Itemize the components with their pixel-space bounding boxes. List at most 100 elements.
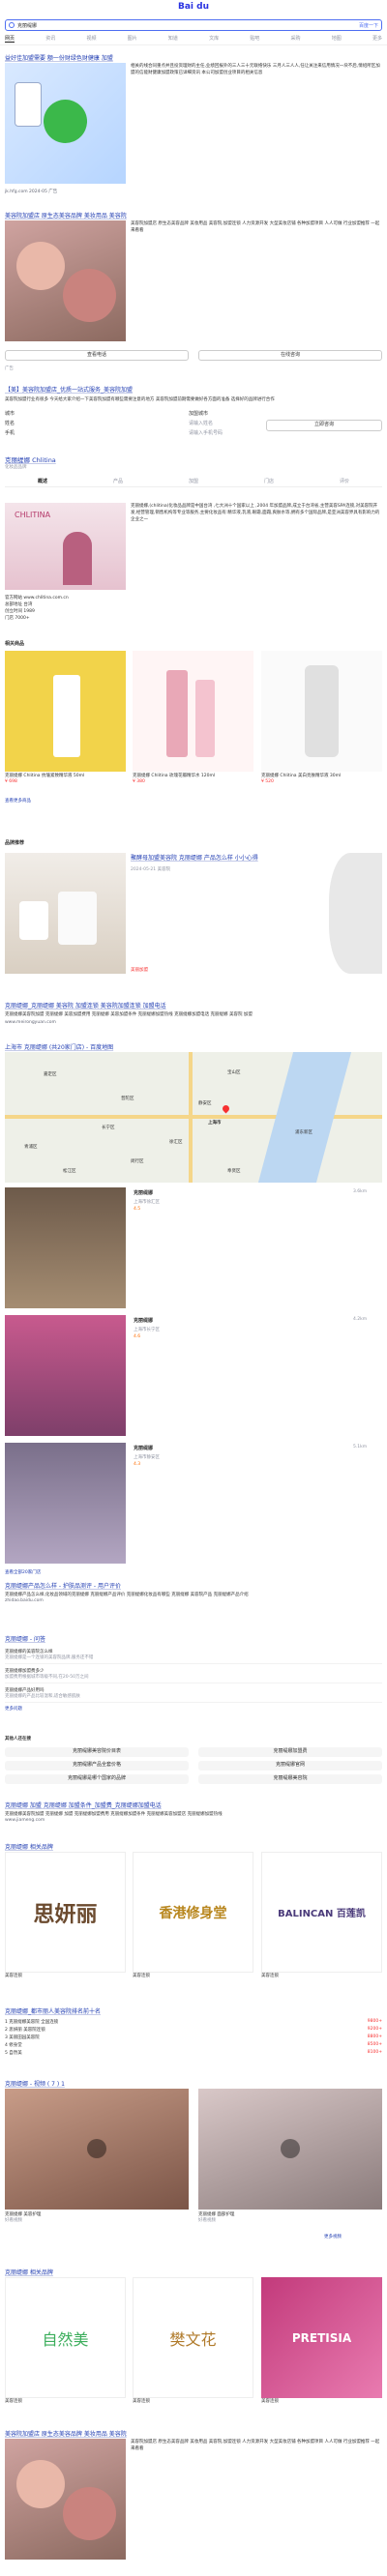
tab-image[interactable]: 图片 xyxy=(128,35,137,43)
ranking-item[interactable]: 5 自然美 8100+ xyxy=(5,2050,382,2056)
tab-caigou[interactable]: 采购 xyxy=(291,35,301,43)
related-item[interactable]: 克丽缇娜美容院 xyxy=(198,1774,382,1784)
search-button[interactable]: 百度一下 xyxy=(359,22,378,29)
map-view[interactable]: 嘉定区 宝山区 静安区 普陀区 长宁区 浦东新区 徐汇区 闵行区 青浦区 松江区… xyxy=(5,1052,382,1183)
store-3[interactable]: 克丽缇娜 上海市静安区 4.3 5.1km xyxy=(5,1443,382,1564)
related-item[interactable]: 克丽缇娜官网 xyxy=(198,1761,382,1771)
brand-logo: BALINCAN 百莲凯 xyxy=(261,1852,382,1973)
related-item[interactable]: 克丽缇娜加盟费 xyxy=(198,1747,382,1757)
result-image[interactable] xyxy=(5,220,126,341)
result-title[interactable]: 益好佳加盟需要 额一份财绿色财健康 加盟 xyxy=(5,53,382,62)
result-url[interactable]: www.jiameng.com xyxy=(5,1818,382,1823)
brand-logo: PRETISIA xyxy=(261,2277,382,2398)
kg-more-products[interactable]: 查看更多商品 xyxy=(5,798,31,804)
result-title[interactable]: 克丽缇娜产品怎么样 - 护肤品测评 - 用户评价 xyxy=(5,1581,382,1590)
brand-card[interactable]: 思妍丽 美容连锁 xyxy=(5,1852,126,1978)
qa-item[interactable]: 克丽缇娜产品好用吗 克丽缇娜的产品比较温和,适合敏感肌肤 xyxy=(5,1687,382,1703)
tab-video[interactable]: 视频 xyxy=(86,35,96,43)
brand-sub: 美容连锁 xyxy=(5,1974,22,1978)
related-item[interactable]: 克丽缇娜美容院价目表 xyxy=(5,1747,189,1757)
tab-zhidao[interactable]: 知道 xyxy=(168,35,178,43)
ranking-item[interactable]: 3 美丽田园美容院 8800+ xyxy=(5,2034,382,2040)
kg-tab-franchise[interactable]: 加盟 xyxy=(189,478,198,484)
kg-info-founded: 创立时间 1989 xyxy=(5,609,35,614)
product-card-2[interactable]: 克丽缇娜 Chlitina 玫瑰花瓣精华水 120ml ¥ 380 xyxy=(133,651,253,784)
qa-item[interactable]: 克丽缇娜的美容院怎么样 克丽缇娜是一个连锁的美容院品牌,服务还不错 xyxy=(5,1649,382,1664)
tab-tieba[interactable]: 贴吧 xyxy=(250,35,259,43)
brands-title[interactable]: 克丽缇娜 相关品牌 xyxy=(5,1842,382,1851)
qa-more[interactable]: 更多问题 xyxy=(5,1706,382,1712)
video-more[interactable]: 更多视频 xyxy=(324,2234,342,2239)
city-select[interactable]: 加盟城市 xyxy=(189,410,208,417)
search-input[interactable]: 克丽缇娜 xyxy=(17,22,37,29)
submit-button[interactable]: 立即咨询 xyxy=(266,420,382,431)
brand-logo: 思妍丽 xyxy=(5,1852,126,1973)
map-title[interactable]: 上海市 克丽缇娜 (共20家门店) - 百度地图 xyxy=(5,1042,382,1051)
ranking-item[interactable]: 4 修身堂 8500+ xyxy=(5,2042,382,2048)
result-title[interactable]: 【美】美容院加盟店_优质一站式服务_美容院加盟 xyxy=(5,385,382,394)
video-card[interactable]: 克丽缇娜 美容护理 好看视频 xyxy=(5,2089,189,2223)
result-url[interactable]: zhidao.baidu.com xyxy=(5,1598,382,1603)
result-title[interactable]: 美容院加盟店 原生态美容品牌 美妆用品 美容院 xyxy=(5,211,382,220)
brand-card[interactable]: 香港修身堂 美容连锁 xyxy=(133,1852,253,1978)
result-desc: 克丽缇娜美容院加盟 克丽缇娜 加盟 克丽缇娜加盟费用 克丽缇娜加盟条件 克丽缇娜… xyxy=(5,1812,223,1817)
map-pin-icon[interactable] xyxy=(221,1103,231,1114)
consult-button[interactable]: 在线咨询 xyxy=(198,350,382,361)
brand-card[interactable]: PRETISIA 美容连锁 xyxy=(261,2277,382,2404)
qa-title[interactable]: 克丽缇娜 - 问答 xyxy=(5,1634,382,1643)
name-input[interactable]: 请输入姓名 xyxy=(189,420,213,426)
ranking-item[interactable]: 1 克丽缇娜美容院 全国连锁 9800+ xyxy=(5,2019,382,2025)
store-2[interactable]: 克丽缇娜 上海市长宁区 4.6 4.2km xyxy=(5,1315,382,1436)
tab-more[interactable]: 更多 xyxy=(372,35,382,43)
brand-card[interactable]: BALINCAN 百莲凯 美容连锁 xyxy=(261,1852,382,1978)
result-title[interactable]: 克丽缇娜 加盟 克丽缇娜 加盟条件_加盟费_克丽缇娜加盟电话 xyxy=(5,1800,382,1809)
qa-item[interactable]: 克丽缇娜加盟费多少 加盟费用根据城市等级不同,在20-50万之间 xyxy=(5,1668,382,1683)
ranking-item[interactable]: 2 思妍丽 美容院连锁 9200+ xyxy=(5,2027,382,2033)
product-card-3[interactable]: 克丽缇娜 Chlitina 美白亮肤精华液 30ml ¥ 520 xyxy=(261,651,382,784)
kg-info-site[interactable]: 官方网站 www.chlitina.com.cn xyxy=(5,595,69,601)
store-1[interactable]: 克丽缇娜 上海市徐汇区 4.5 3.6km xyxy=(5,1187,382,1308)
ranking-value: 8800+ xyxy=(367,2034,382,2039)
related-item[interactable]: 克丽缇娜产品全套价格 xyxy=(5,1761,189,1771)
result-qa: 克丽缇娜 - 问答 克丽缇娜的美容院怎么样 克丽缇娜是一个连锁的美容院品牌,服务… xyxy=(5,1634,382,1712)
brand-card[interactable]: 樊文花 美容连锁 xyxy=(133,2277,253,2404)
brand-sub: 美容连锁 xyxy=(261,2399,279,2404)
brands-title[interactable]: 克丽缇娜 相关品牌 xyxy=(5,2268,382,2276)
brand-card[interactable]: 自然美 美容连锁 xyxy=(5,2277,126,2404)
result-title[interactable]: 聚酵母加盟美容院 克丽缇娜 产品怎么样 小小心得 xyxy=(131,853,324,862)
baidu-logo[interactable]: Bai du xyxy=(178,2,209,12)
tab-map[interactable]: 地图 xyxy=(332,35,342,43)
result-url[interactable]: jk.hfg.com 2024-05 广告 xyxy=(5,189,57,194)
kg-image[interactable]: CHLITINA xyxy=(5,503,126,590)
tab-wenku[interactable]: 文库 xyxy=(209,35,219,43)
bottle-image xyxy=(166,670,188,757)
phone-input[interactable]: 请输入手机号码 xyxy=(189,429,223,436)
result-title[interactable]: 美容院加盟店 原生态美容品牌 美妆用品 美容院 xyxy=(5,2429,382,2438)
result-url[interactable]: www.meirongyuan.com xyxy=(5,1020,382,1025)
result-image[interactable] xyxy=(5,2439,126,2560)
map-place: 闵行区 xyxy=(131,1159,144,1164)
kg-tab-products[interactable]: 产品 xyxy=(113,478,123,484)
video-card[interactable]: 克丽缇娜 面部护理 好看视频 xyxy=(198,2089,382,2223)
map-more-link[interactable]: 查看全部20家门店 xyxy=(5,1569,41,1575)
map-place: 普陀区 xyxy=(121,1097,134,1101)
tab-news[interactable]: 资讯 xyxy=(45,35,55,43)
kg-tab-overview[interactable]: 概述 xyxy=(38,478,47,484)
kg-tab-reviews[interactable]: 评价 xyxy=(340,478,349,484)
result-image[interactable] xyxy=(5,63,126,184)
related-item[interactable]: 克丽缇娜是哪个国家的品牌 xyxy=(5,1774,189,1784)
result-ad-3: 【美】美容院加盟店_优质一站式服务_美容院加盟 美容院加盟行业有很多 今天给大家… xyxy=(5,385,382,436)
kg-tab-stores[interactable]: 门店 xyxy=(264,478,274,484)
side-image[interactable] xyxy=(329,853,382,974)
search-bar[interactable]: 克丽缇娜 百度一下 xyxy=(5,19,382,31)
ranking-title[interactable]: 克丽缇娜_都市丽人美容院排名前十名 xyxy=(5,2006,382,2015)
video-source: 好看视频 xyxy=(198,2218,216,2223)
result-title[interactable]: 克丽缇娜_克丽缇娜 美容院 加盟连锁 美容院加盟连锁 加盟电话 xyxy=(5,1001,382,1010)
result-image[interactable] xyxy=(5,853,126,974)
video-title[interactable]: 克丽缇娜 - 视频 ( 7 ) 1 xyxy=(5,2079,382,2088)
fruit-image xyxy=(63,269,116,322)
tab-web[interactable]: 网页 xyxy=(5,35,15,43)
product-card-1[interactable]: 克丽缇娜 Chlitina 抗皱紧致精华液 50ml ¥ 698 xyxy=(5,651,126,784)
call-button[interactable]: 查看电话 xyxy=(5,350,189,361)
kg-title[interactable]: 克丽缇娜 Chlitina xyxy=(5,454,382,464)
